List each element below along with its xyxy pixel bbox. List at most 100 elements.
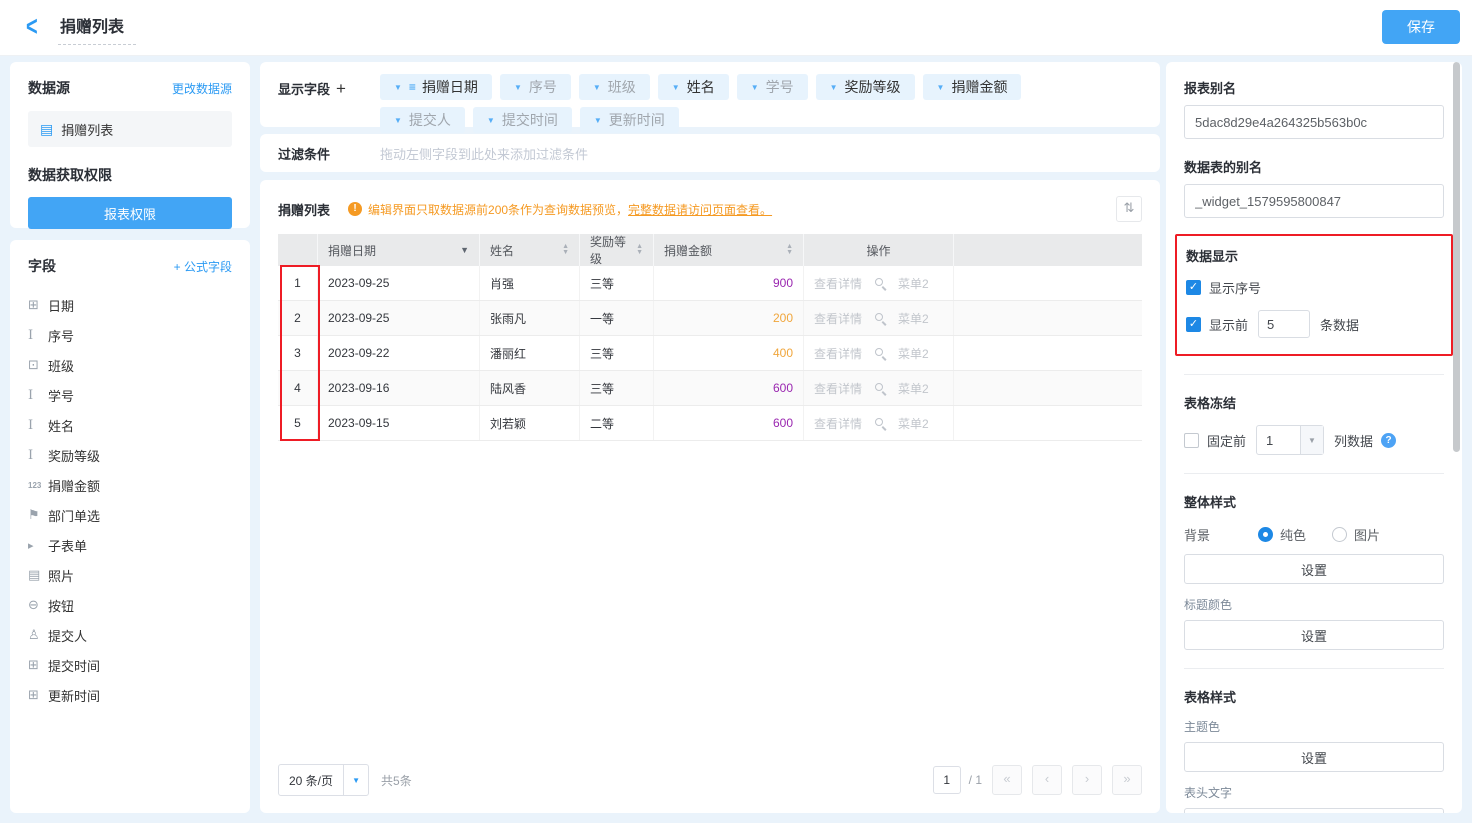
actions-cell: 查看详情 菜单2 (804, 301, 954, 335)
chip-label: 捐赠金额 (951, 77, 1007, 97)
display-field-chip[interactable]: ▼捐赠金额 (923, 74, 1022, 100)
search-icon[interactable] (874, 312, 886, 324)
page-size-select[interactable]: 20 条/页 ▼ (278, 764, 369, 796)
sort-order-button[interactable]: ⇅ (1116, 196, 1142, 222)
theme-color-settings-button[interactable]: 设置 (1184, 742, 1444, 772)
sort-carets-icon[interactable]: ▲▼ (562, 244, 569, 256)
report-alias-input[interactable] (1184, 105, 1444, 139)
display-field-chip[interactable]: ▼≡捐赠日期 (380, 74, 492, 100)
table-row[interactable]: 32023-09-22潘丽红三等400查看详情菜单2 (278, 336, 1142, 371)
view-detail-link[interactable]: 查看详情 (814, 380, 862, 397)
back-icon[interactable]: < (26, 9, 38, 45)
table-column-header[interactable]: 姓名▲▼ (480, 234, 580, 266)
scrollbar[interactable] (1453, 62, 1460, 452)
display-field-chip[interactable]: ▼更新时间 (580, 107, 679, 133)
display-field-chip[interactable]: ▼姓名 (658, 74, 729, 100)
filter-dropzone[interactable]: 拖动左侧字段到此处来添加过滤条件 (380, 144, 588, 163)
field-item[interactable]: ▸子表单 (28, 530, 232, 560)
calendar-icon: ⊞ (28, 687, 48, 703)
field-item[interactable]: ▤照片 (28, 560, 232, 590)
add-formula-field-link[interactable]: + 公式字段 (174, 258, 232, 275)
save-button[interactable]: 保存 (1382, 10, 1460, 44)
help-icon[interactable]: ? (1381, 433, 1396, 448)
row-index-column-header (278, 234, 318, 266)
view-detail-link[interactable]: 查看详情 (814, 275, 862, 292)
solid-color-radio[interactable] (1258, 527, 1273, 542)
title-color-settings-button[interactable]: 设置 (1184, 620, 1444, 650)
datasource-item[interactable]: ▤ 捐赠列表 (28, 111, 232, 147)
header-text-settings-button[interactable]: 设置 (1184, 808, 1444, 813)
table-row[interactable]: 42023-09-16陆风香三等600查看详情菜单2 (278, 371, 1142, 406)
chip-label: 提交时间 (502, 110, 558, 130)
field-item[interactable]: ⚑部门单选 (28, 500, 232, 530)
change-datasource-link[interactable]: 更改数据源 (172, 80, 232, 97)
table-column-header[interactable]: 捐赠金额▲▼ (654, 234, 804, 266)
field-item[interactable]: Ⅰ奖励等级 (28, 440, 232, 470)
next-page-icon[interactable]: › (1072, 765, 1102, 795)
chip-label: 捐赠日期 (422, 77, 478, 97)
menu2-link[interactable]: 菜单2 (898, 415, 929, 432)
sort-desc-icon[interactable]: ▼ (460, 245, 469, 255)
view-detail-link[interactable]: 查看详情 (814, 415, 862, 432)
sort-carets-icon[interactable]: ▲▼ (786, 244, 793, 256)
display-field-chip[interactable]: ▼序号 (500, 74, 571, 100)
field-item[interactable]: 123捐赠金额 (28, 470, 232, 500)
menu2-link[interactable]: 菜单2 (898, 380, 929, 397)
display-field-chip[interactable]: ▼提交时间 (473, 107, 572, 133)
empty-cell (954, 406, 1142, 440)
report-permission-button[interactable]: 报表权限 (28, 197, 232, 229)
field-item[interactable]: ⊞日期 (28, 290, 232, 320)
sort-carets-icon[interactable]: ▲▼ (636, 244, 643, 256)
table-alias-input[interactable] (1184, 184, 1444, 218)
page-title[interactable]: 捐赠列表 (58, 13, 136, 45)
field-item[interactable]: Ⅰ姓名 (28, 410, 232, 440)
freeze-columns-checkbox[interactable] (1184, 433, 1199, 448)
display-field-chip[interactable]: ▼班级 (579, 74, 650, 100)
table-panel: 捐赠列表 ! 编辑界面只取数据源前200条作为查询数据预览，完整数据请访问页面查… (260, 180, 1160, 813)
field-item[interactable]: ♙提交人 (28, 620, 232, 650)
field-item[interactable]: Ⅰ学号 (28, 380, 232, 410)
prev-page-icon[interactable]: ‹ (1032, 765, 1062, 795)
field-item[interactable]: Ⅰ序号 (28, 320, 232, 350)
table-column-header[interactable]: 奖励等级▲▼ (580, 234, 654, 266)
field-item[interactable]: ⊡班级 (28, 350, 232, 380)
page-number-input[interactable] (933, 766, 961, 794)
display-field-chip[interactable]: ▼学号 (737, 74, 808, 100)
menu2-link[interactable]: 菜单2 (898, 275, 929, 292)
show-top-checkbox[interactable]: ✓ (1186, 317, 1201, 332)
show-index-checkbox[interactable]: ✓ (1186, 280, 1201, 295)
add-field-icon[interactable]: + (336, 79, 346, 98)
menu2-link[interactable]: 菜单2 (898, 310, 929, 327)
field-item[interactable]: ⊞更新时间 (28, 680, 232, 710)
menu2-link[interactable]: 菜单2 (898, 345, 929, 362)
display-field-chip[interactable]: ▼奖励等级 (816, 74, 915, 100)
view-detail-link[interactable]: 查看详情 (814, 345, 862, 362)
field-label: 日期 (48, 296, 74, 315)
image-radio[interactable] (1332, 527, 1347, 542)
show-top-count-input[interactable] (1258, 310, 1310, 338)
field-item[interactable]: ⊞提交时间 (28, 650, 232, 680)
freeze-count-select[interactable]: 1 ▼ (1256, 425, 1324, 455)
search-icon[interactable] (874, 382, 886, 394)
table-row[interactable]: 12023-09-25肖强三等900查看详情菜单2 (278, 266, 1142, 301)
table-row[interactable]: 52023-09-15刘若颖二等600查看详情菜单2 (278, 406, 1142, 441)
chevron-down-icon: ▼ (394, 116, 402, 125)
view-detail-link[interactable]: 查看详情 (814, 310, 862, 327)
first-page-icon[interactable]: « (992, 765, 1022, 795)
grade-cell: 一等 (580, 301, 654, 335)
amount-cell: 400 (654, 336, 804, 370)
text-icon: Ⅰ (28, 448, 48, 463)
last-page-icon[interactable]: » (1112, 765, 1142, 795)
display-field-chip[interactable]: ▼提交人 (380, 107, 465, 133)
table-row[interactable]: 22023-09-25张雨凡一等200查看详情菜单2 (278, 301, 1142, 336)
search-icon[interactable] (874, 277, 886, 289)
sort-icon: ≡ (409, 80, 416, 94)
amount-cell: 600 (654, 406, 804, 440)
table-column-header[interactable]: 捐赠日期▼ (318, 234, 480, 266)
field-item[interactable]: ⊖按钮 (28, 590, 232, 620)
notice-link[interactable]: 完整数据请访问页面查看。 (628, 201, 772, 218)
background-settings-button[interactable]: 设置 (1184, 554, 1444, 584)
field-label: 部门单选 (48, 506, 100, 525)
search-icon[interactable] (874, 347, 886, 359)
search-icon[interactable] (874, 417, 886, 429)
